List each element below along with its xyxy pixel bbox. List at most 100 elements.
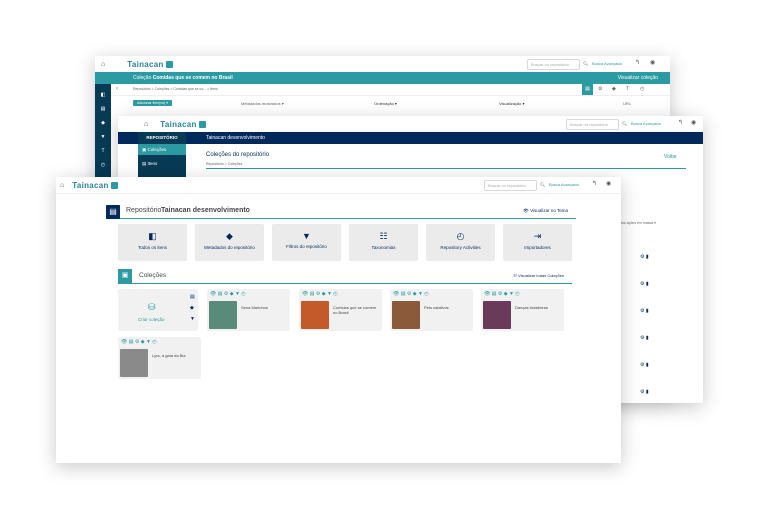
breadcrumb: Repositório > Coleções	[206, 162, 243, 166]
url-link[interactable]: URL	[623, 101, 631, 106]
tile-taxonomies[interactable]: ☷ Taxonomias	[349, 224, 418, 261]
sidebar-taxonomy-icon[interactable]: T	[95, 144, 111, 158]
title-divider	[206, 168, 686, 169]
search-icon[interactable]: 🔍︎	[583, 61, 588, 66]
collection-name: Sena Marinhos	[241, 305, 268, 310]
items-tab-icon[interactable]: ▤	[582, 84, 593, 95]
collections-header: ▣ Coleções ☷ Visualizar todas Coleções	[118, 269, 572, 284]
row-action-icons[interactable]: ⚙ ▮	[640, 244, 649, 271]
activity-tab-icon[interactable]: ◴	[640, 84, 644, 95]
row-action-icons[interactable]: ⚙ ▮	[640, 271, 649, 298]
search-input[interactable]: Buscar no repositório	[484, 180, 537, 191]
collection-header: Coleção Comidas que se comem no Brasil V…	[95, 72, 670, 84]
advanced-search-link[interactable]: Busca Avançada	[592, 61, 622, 66]
back-arrow-icon[interactable]: ‹	[116, 84, 118, 95]
displayed-metadata-dropdown[interactable]: Metadados mostrados ▾	[241, 101, 284, 106]
add-items-button[interactable]: Adicionar item(ns) ▾	[133, 100, 172, 106]
view-all-collections-link[interactable]: ☷ Visualizar todas Coleções	[513, 273, 564, 278]
items-toolbar: Adicionar item(ns) ▾ Metadados mostrados…	[111, 96, 670, 110]
home-icon[interactable]: ⌂	[144, 121, 148, 128]
collection-card[interactable]: 👁︎ ▤ ⚙ ◆ ▼ ◴ Comidas que se comem no Bra…	[299, 289, 382, 331]
sorting-dropdown[interactable]: Ordenação ▾	[374, 101, 397, 106]
collection-thumbnail	[301, 301, 329, 329]
collection-thumbnail	[483, 301, 511, 329]
row-action-icons[interactable]: ⚙ ▮	[640, 352, 649, 379]
items-icon: ◧	[148, 231, 157, 241]
collection-name: Comidas que se comem no Brasil	[333, 305, 377, 315]
collection-actions[interactable]: 👁︎ ▤ ⚙ ◆ ▼ ◴	[484, 291, 561, 297]
sidebar-activity-icon[interactable]: ◴	[95, 158, 111, 172]
help-icon[interactable]: ↰	[635, 59, 640, 66]
collection-title-prefix: Coleção	[133, 75, 152, 81]
home-icon[interactable]: ⌂	[60, 182, 64, 189]
tile-repository-metadata[interactable]: ◆ Metadados do repositório	[195, 224, 264, 261]
collections-title: Coleções	[139, 272, 167, 279]
repository-title: Tainacan desenvolvimento	[161, 207, 250, 214]
create-collection-icon: ⛁	[148, 302, 156, 312]
collection-actions[interactable]: 👁︎ ▤ ⚙ ◆ ▼ ◴	[121, 339, 198, 345]
tile-repository-filters[interactable]: ▼ Filtros do repositório	[272, 224, 341, 261]
logo: Tainacan	[160, 119, 197, 129]
user-icon[interactable]: ◉	[650, 59, 655, 66]
collection-card[interactable]: 👁︎ ▤ ⚙ ◆ ▼ ◴ Pets catalivos	[390, 289, 473, 331]
search-icon[interactable]: 🔍︎	[540, 182, 545, 187]
sidebar-metadata-icon[interactable]: ◆	[95, 116, 111, 130]
sidebar-items-icon[interactable]: ▤	[95, 102, 111, 116]
repository-icon: ▤	[106, 205, 120, 219]
collection-card[interactable]: 👁︎ ▤ ⚙ ◆ ▼ ◴ Sena Marinhos	[207, 289, 290, 331]
view-mode-dropdown[interactable]: Visualização ▾	[499, 101, 525, 106]
search-input[interactable]: Buscar no repositório	[566, 119, 619, 130]
metadata-tab-icon[interactable]: ◆	[612, 84, 616, 95]
logo-mark-icon	[165, 60, 173, 68]
collection-actions[interactable]: 👁︎ ▤ ⚙ ◆ ▼ ◴	[302, 291, 379, 297]
advanced-search-link[interactable]: Busca Avançada	[549, 182, 579, 187]
help-icon[interactable]: ↰	[678, 119, 683, 126]
collections-icon: ▣	[118, 269, 132, 283]
back-link[interactable]: Voltar	[664, 154, 677, 160]
collection-card[interactable]: 👁︎ ▤ ⚙ ◆ ▼ ◴ Danças brasileiras	[481, 289, 564, 331]
create-collection-card[interactable]: ⛁ Criar coleção ▤ ◆ ▼	[118, 289, 198, 331]
row-action-icons[interactable]: ⚙ ▮	[640, 325, 649, 352]
repository-label: REPOSITÓRIO	[138, 132, 186, 144]
view-collection-link[interactable]: Visualizar coleção	[618, 72, 658, 84]
tile-importers[interactable]: ⇥ Importadores	[503, 224, 572, 261]
search-icon[interactable]: 🔍︎	[622, 121, 627, 126]
activities-icon: ◴	[456, 231, 465, 241]
top-bar: ⌂ Tainacan Buscar no repositório 🔍︎ Busc…	[56, 177, 621, 194]
sidebar-item-collections[interactable]: ▣ Coleções	[138, 144, 186, 155]
collection-actions[interactable]: 👁︎ ▤ ⚙ ◆ ▼ ◴	[393, 291, 470, 297]
logo: Tainacan	[72, 180, 109, 190]
collection-title: Comidas que se comem no Brasil	[152, 75, 233, 81]
tile-repository-activities[interactable]: ◴ Repository Activities	[426, 224, 495, 261]
row-action-icons[interactable]: ⚙ ▮	[640, 298, 649, 325]
sidebar-filter-icon[interactable]: ▼	[95, 130, 111, 144]
logo: Tainacan	[127, 59, 164, 69]
row-action-icons[interactable]: ⚙ ▮	[640, 379, 649, 403]
search-input[interactable]: Buscar no repositório	[527, 59, 580, 70]
create-collection-label: Criar coleção	[138, 317, 165, 322]
collection-name: Danças brasileiras	[515, 305, 548, 310]
tile-all-items[interactable]: ◧ Todos os itens	[118, 224, 187, 261]
page-title: Coleções do repositório	[206, 152, 270, 158]
collection-thumbnail	[120, 349, 148, 377]
filter-icon: ▼	[302, 231, 311, 241]
bulk-actions-dropdown[interactable]: tos ações em massa ▾	[621, 221, 656, 225]
view-theme-link[interactable]: 👁︎ Visualizar no Tema	[523, 208, 568, 214]
breadcrumb: Repositório > Coleções > Comidas que se …	[111, 84, 670, 96]
collection-thumbnail	[209, 301, 237, 329]
top-bar: ⌂ Tainacan Buscar no repositório 🔍︎ Busc…	[95, 56, 670, 73]
home-icon[interactable]: ⌂	[101, 61, 105, 68]
user-icon[interactable]: ◉	[691, 119, 696, 126]
settings-tab-icon[interactable]: ⚙	[598, 84, 602, 95]
advanced-search-link[interactable]: Busca Avançada	[631, 121, 661, 126]
collection-card[interactable]: 👁︎ ▤ ⚙ ◆ ▼ ◴ Lyra, a gata da Bia	[118, 337, 201, 379]
sidebar-item-items[interactable]: ▤ Itens	[138, 158, 186, 169]
collection-actions[interactable]: 👁︎ ▤ ⚙ ◆ ▼ ◴	[210, 291, 287, 297]
sidebar-collection-icon[interactable]: ◧	[95, 88, 111, 102]
help-icon[interactable]: ↰	[592, 180, 597, 187]
top-bar: ⌂ Tainacan Buscar no repositório 🔍︎ Busc…	[118, 116, 703, 133]
taxonomy-icon: ☷	[379, 231, 388, 241]
create-collection-options[interactable]: ▤ ◆ ▼	[190, 292, 195, 325]
user-icon[interactable]: ◉	[606, 180, 611, 187]
filter-tab-icon[interactable]: T	[626, 84, 629, 95]
